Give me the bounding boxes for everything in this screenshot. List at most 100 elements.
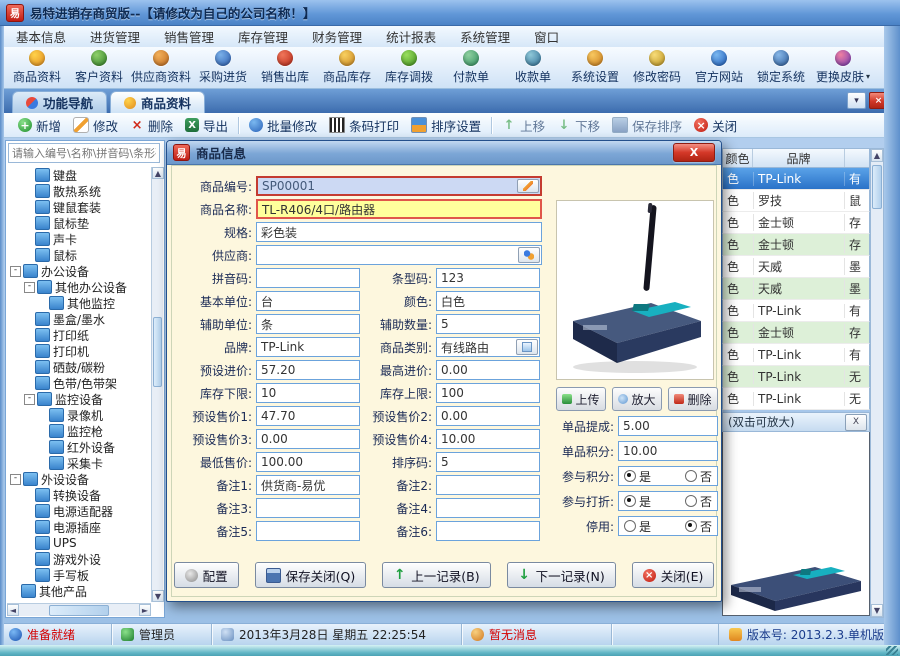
- menu-item-4[interactable]: 库存管理: [226, 25, 300, 48]
- zoom-in-button[interactable]: 放大: [612, 387, 662, 411]
- tree-item[interactable]: 鼠标: [8, 247, 150, 263]
- tree-item[interactable]: 转换设备: [8, 487, 150, 503]
- field-value[interactable]: [256, 521, 360, 541]
- tree-horizontal-scrollbar[interactable]: ◄ ►: [7, 603, 151, 616]
- toolbar-item[interactable]: 修改密码: [626, 48, 688, 88]
- radio-checked-icon[interactable]: [624, 495, 636, 507]
- tree-item[interactable]: 键鼠套装: [8, 199, 150, 215]
- tree-item[interactable]: -监控设备: [8, 391, 150, 407]
- supplier-pick-icon[interactable]: [518, 247, 540, 263]
- toolbar-item[interactable]: 供应商资料: [130, 48, 192, 88]
- field-value[interactable]: 47.70: [256, 406, 360, 426]
- close-red-button[interactable]: ×关闭(E): [632, 562, 715, 588]
- radio-option[interactable]: 否: [685, 468, 712, 485]
- field-value[interactable]: 0.00: [256, 429, 360, 449]
- field-value[interactable]: 57.20: [256, 360, 360, 380]
- dialog-close-button[interactable]: X: [673, 143, 715, 162]
- new-button[interactable]: +新增: [12, 114, 67, 137]
- radio-option[interactable]: 否: [685, 518, 712, 535]
- field-value[interactable]: 10: [256, 383, 360, 403]
- radio-checked-icon[interactable]: [685, 520, 697, 532]
- table-row[interactable]: 色天威墨: [722, 278, 870, 300]
- field-value[interactable]: 5: [436, 452, 540, 472]
- tree-item[interactable]: 键盘: [8, 167, 150, 183]
- field-value[interactable]: 条: [256, 314, 360, 334]
- radio-unchecked-icon[interactable]: [624, 520, 636, 532]
- menu-item-5[interactable]: 财务管理: [300, 25, 374, 48]
- tree-item[interactable]: -外设设备: [8, 471, 150, 487]
- radio-option[interactable]: 是: [624, 493, 651, 510]
- next-arrow-button[interactable]: ↓下一记录(N): [507, 562, 616, 588]
- delete-button[interactable]: ×删除: [124, 114, 179, 137]
- collapse-icon[interactable]: -: [24, 394, 35, 405]
- sort-settings-button[interactable]: 排序设置: [405, 114, 487, 137]
- tab-list-icon[interactable]: ▾: [847, 92, 866, 109]
- tree-vertical-scrollbar[interactable]: ▲ ▼: [151, 167, 163, 602]
- toolbar-item[interactable]: 锁定系统: [750, 48, 812, 88]
- tree-item[interactable]: -办公设备: [8, 263, 150, 279]
- batch-edit-button[interactable]: 批量修改: [243, 114, 323, 137]
- scroll-left-icon[interactable]: ◄: [7, 604, 19, 616]
- tree-item[interactable]: 电源适配器: [8, 503, 150, 519]
- field-value[interactable]: 0.00: [436, 406, 540, 426]
- toolbar-item[interactable]: 商品资料: [6, 48, 68, 88]
- field-value[interactable]: 5.00: [618, 416, 718, 436]
- toolbar-item[interactable]: 收款单: [502, 48, 564, 88]
- remove-image-button[interactable]: 删除: [668, 387, 718, 411]
- table-row[interactable]: 色金士顿存: [722, 212, 870, 234]
- field-value[interactable]: [436, 498, 540, 518]
- table-vertical-scrollbar[interactable]: ▲ ▼: [870, 148, 884, 618]
- table-row[interactable]: 色TP-Link无: [722, 366, 870, 388]
- resize-grip-icon[interactable]: [886, 646, 898, 655]
- field-value[interactable]: 123: [436, 268, 540, 288]
- field-value[interactable]: [256, 498, 360, 518]
- tree-item[interactable]: 监控枪: [8, 423, 150, 439]
- toolbar-item[interactable]: 销售出库: [254, 48, 316, 88]
- field-value[interactable]: 100.00: [256, 452, 360, 472]
- config-button[interactable]: 配置: [174, 562, 239, 588]
- tree-item[interactable]: 游戏外设: [8, 551, 150, 567]
- tree-item[interactable]: 其他监控: [8, 295, 150, 311]
- radio-unchecked-icon[interactable]: [685, 495, 697, 507]
- table-row[interactable]: 色金士顿存: [722, 234, 870, 256]
- field-value[interactable]: [436, 475, 540, 495]
- table-row[interactable]: 色天威墨: [722, 256, 870, 278]
- upload-button[interactable]: 上传: [556, 387, 606, 411]
- tree-item[interactable]: 采集卡: [8, 455, 150, 471]
- menu-item-7[interactable]: 系统管理: [448, 25, 522, 48]
- table-row[interactable]: 色罗技鼠: [722, 190, 870, 212]
- tree-item[interactable]: -其他办公设备: [8, 279, 150, 295]
- tree-item[interactable]: 打印机: [8, 343, 150, 359]
- search-input[interactable]: [8, 143, 160, 163]
- toolbar-item[interactable]: 采购进货: [192, 48, 254, 88]
- save-button[interactable]: 保存关闭(Q): [255, 562, 367, 588]
- tree-item[interactable]: 红外设备: [8, 439, 150, 455]
- preview-image[interactable]: [722, 432, 870, 616]
- tree-item[interactable]: 硒鼓/碳粉: [8, 359, 150, 375]
- scroll-thumb[interactable]: [872, 165, 882, 209]
- field-value[interactable]: 10.00: [618, 441, 718, 461]
- toolbar-item[interactable]: 更换皮肤▾: [812, 48, 874, 88]
- tree-item[interactable]: 色带/色带架: [8, 375, 150, 391]
- tree-item[interactable]: 鼠标垫: [8, 215, 150, 231]
- tree-item[interactable]: 录像机: [8, 407, 150, 423]
- column-header[interactable]: [845, 149, 869, 167]
- field-value[interactable]: 5: [436, 314, 540, 334]
- toolbar-item[interactable]: 客户资料: [68, 48, 130, 88]
- field-value[interactable]: 10.00: [436, 429, 540, 449]
- tree-item[interactable]: 声卡: [8, 231, 150, 247]
- field-value[interactable]: 供货商-易优: [256, 475, 360, 495]
- menu-item-1[interactable]: 基本信息: [4, 25, 78, 48]
- radio-checked-icon[interactable]: [624, 470, 636, 482]
- table-row[interactable]: 色TP-Link有: [722, 300, 870, 322]
- product-image-panel[interactable]: [556, 200, 714, 380]
- scroll-down-icon[interactable]: ▼: [152, 590, 164, 602]
- menu-item-3[interactable]: 销售管理: [152, 25, 226, 48]
- tree-item[interactable]: 墨盒/墨水: [8, 311, 150, 327]
- table-row[interactable]: 色TP-Link有: [722, 344, 870, 366]
- field-value[interactable]: [436, 521, 540, 541]
- table-row[interactable]: 色金士顿存: [722, 322, 870, 344]
- prev-arrow-button[interactable]: ↑上一记录(B): [382, 562, 490, 588]
- tree-item[interactable]: 手写板: [8, 567, 150, 583]
- table-row[interactable]: 色TP-Link无: [722, 388, 870, 410]
